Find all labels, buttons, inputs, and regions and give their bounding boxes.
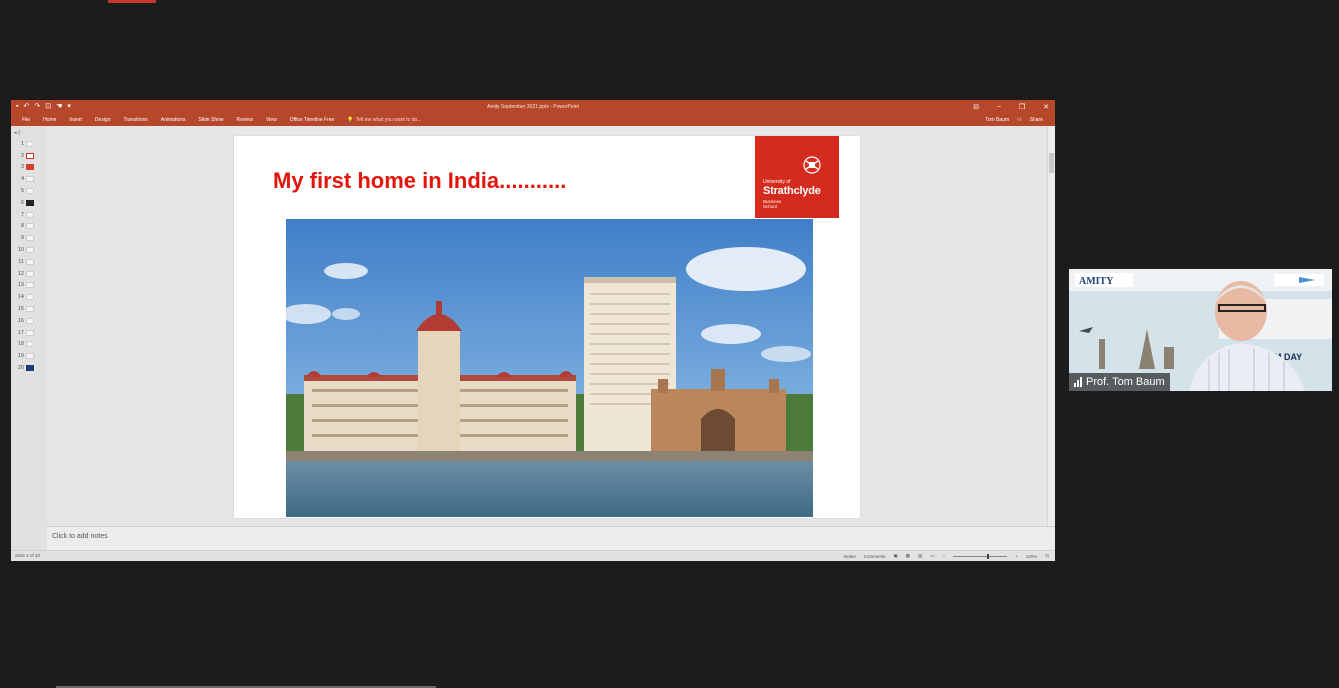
ribbon-display-icon[interactable]: ⊟ (973, 103, 979, 111)
signal-bars-icon (1074, 377, 1082, 387)
slide-indicator: Slide 2 of 20 (15, 553, 41, 558)
thumbnail-13[interactable]: 13 (14, 280, 47, 292)
tab-review[interactable]: Review (237, 117, 253, 123)
reading-view-icon[interactable]: ▤ (918, 553, 922, 559)
thumbnail-5[interactable]: 5 (14, 185, 47, 197)
thumbnail-19[interactable]: 19 (14, 350, 47, 362)
share-icon: ⚇ (1017, 116, 1022, 123)
logo-name: Strathclyde (763, 185, 821, 197)
taj-hotel-photo[interactable] (286, 219, 813, 517)
logo-business-school: Business School (763, 199, 782, 209)
tab-insert[interactable]: Insert (69, 117, 82, 123)
top-red-marker (108, 0, 156, 3)
thumbnail-8[interactable]: 8 (14, 221, 47, 233)
tab-transitions[interactable]: Transitions (124, 117, 148, 123)
window-controls: ⊟ – ❐ ✕ (973, 100, 1049, 113)
thumbnail-16[interactable]: 16 (14, 315, 47, 327)
slide-thumbnail-pane: ◂ ▯ 1 2 3 4 5 6 7 8 9 10 11 12 13 14 15 … (11, 126, 47, 550)
thumbnail-2[interactable]: 2 (14, 150, 47, 162)
user-name[interactable]: Tom Baum (985, 117, 1009, 123)
slide-sorter-icon[interactable]: ▦ (906, 553, 910, 559)
comments-button[interactable]: Comments (864, 554, 886, 559)
thumbnail-14[interactable]: 14 (14, 291, 47, 303)
thumbnail-9[interactable]: 9 (14, 232, 47, 244)
tab-office-timeline[interactable]: Office Timeline Free (290, 117, 335, 123)
minimize-icon[interactable]: – (997, 103, 1001, 110)
thumbnail-15[interactable]: 15 (14, 303, 47, 315)
thumbnail-12[interactable]: 12 (14, 268, 47, 280)
notes-button[interactable]: Notes (844, 554, 856, 559)
crest-icon (803, 156, 821, 174)
tab-slide-show[interactable]: Slide Show (199, 117, 224, 123)
participant-video[interactable]: AMITY RISM DAY Prof. Tom Baum (1069, 269, 1332, 391)
thumbnail-18[interactable]: 18 (14, 339, 47, 351)
close-icon[interactable]: ✕ (1043, 103, 1049, 111)
tab-file[interactable]: File (22, 117, 30, 123)
fit-slide-icon[interactable]: ⊡ (1045, 553, 1049, 559)
participant-nameplate: Prof. Tom Baum (1069, 373, 1170, 391)
bg-brand-text: AMITY (1079, 276, 1114, 287)
thumbnail-6[interactable]: 6 (14, 197, 47, 209)
slide-title[interactable]: My first home in India........... (273, 168, 566, 194)
thumbnail-3[interactable]: 3 (14, 162, 47, 174)
zoom-out-icon[interactable]: – (943, 554, 946, 559)
tab-design[interactable]: Design (95, 117, 111, 123)
zoom-level[interactable]: 120% (1026, 554, 1038, 559)
notes-pane[interactable]: Click to add notes (47, 526, 1055, 550)
share-button[interactable]: Share (1030, 117, 1043, 123)
restore-icon[interactable]: ❐ (1019, 103, 1025, 111)
zoom-in-icon[interactable]: + (1015, 554, 1018, 559)
thumbnail-10[interactable]: 10 (14, 244, 47, 256)
collapse-thumbnails-icon[interactable]: ◂ ▯ (14, 130, 47, 138)
normal-view-icon[interactable]: ▣ (893, 553, 897, 559)
tab-home[interactable]: Home (43, 117, 56, 123)
tell-me-input[interactable]: Tell me what you want to do... (356, 117, 422, 123)
participant-name: Prof. Tom Baum (1086, 376, 1165, 388)
lightbulb-icon: 💡 (347, 116, 354, 123)
thumbnail-17[interactable]: 17 (14, 327, 47, 339)
thumbnail-1[interactable]: 1 (14, 138, 47, 150)
zoom-slider[interactable] (953, 553, 1008, 559)
strathclyde-logo: University of Strathclyde Business Schoo… (755, 136, 839, 218)
notes-placeholder[interactable]: Click to add notes (52, 533, 108, 540)
scrollbar-thumb[interactable] (1049, 153, 1054, 173)
tab-view[interactable]: View (266, 117, 277, 123)
taj-hotel-image (286, 219, 813, 517)
thumbnail-7[interactable]: 7 (14, 209, 47, 221)
window-title: Amity September 2021.pptx - PowerPoint (487, 103, 579, 110)
status-right: Notes Comments ▣ ▦ ▤ ▭ – + 120% ⊡ (844, 553, 1049, 559)
status-bar: Slide 2 of 20 Notes Comments ▣ ▦ ▤ ▭ – +… (11, 550, 1055, 561)
ribbon-tabs: File Home Insert Design Transitions Anim… (11, 113, 1055, 126)
current-slide[interactable]: My first home in India........... Univer… (234, 136, 860, 518)
title-bar: ▪ ↶ ↷ ⊡ ☚ ▾ Amity September 2021.pptx - … (11, 100, 1055, 113)
thumbnail-20[interactable]: 20 (14, 362, 47, 374)
vertical-scrollbar[interactable] (1047, 126, 1055, 526)
tab-animations[interactable]: Animations (161, 117, 186, 123)
powerpoint-window: ▪ ↶ ↷ ⊡ ☚ ▾ Amity September 2021.pptx - … (11, 100, 1055, 561)
thumbnail-4[interactable]: 4 (14, 173, 47, 185)
ribbon-right: Tom Baum ⚇ Share (985, 113, 1043, 126)
thumbnail-11[interactable]: 11 (14, 256, 47, 268)
slideshow-view-icon[interactable]: ▭ (930, 553, 934, 559)
